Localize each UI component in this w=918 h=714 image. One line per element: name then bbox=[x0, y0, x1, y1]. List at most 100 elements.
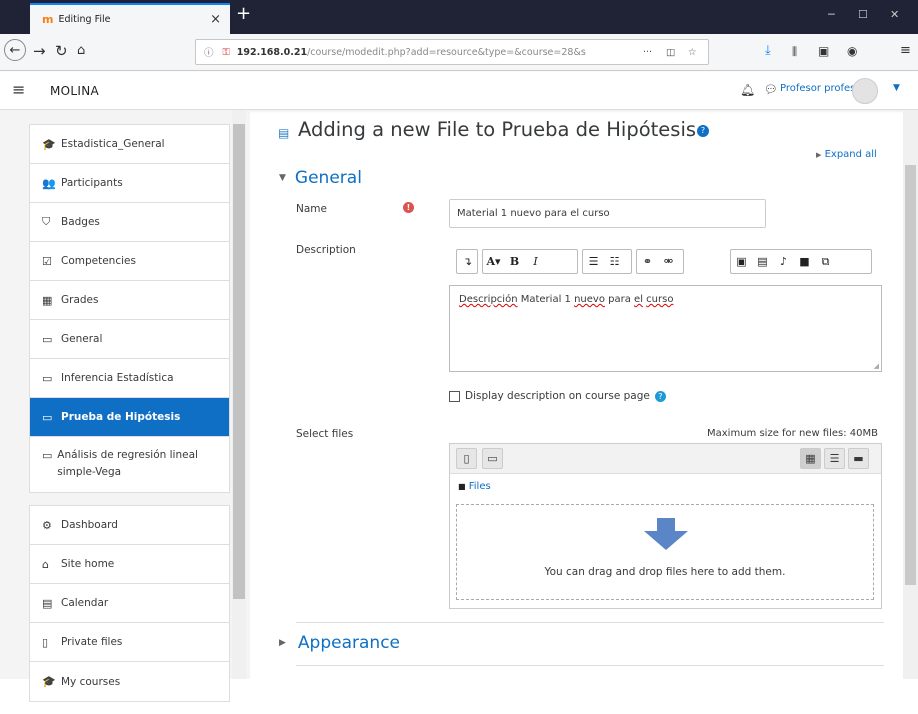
record-audio-icon[interactable]: ♪ bbox=[773, 250, 794, 273]
info-icon[interactable]: ⓘ bbox=[204, 45, 214, 59]
browser-tab[interactable]: m Editing File × bbox=[30, 3, 230, 34]
icon-view-icon[interactable]: ▦ bbox=[800, 448, 821, 469]
drop-zone-text: You can drag and drop files here to add … bbox=[544, 566, 786, 578]
messages-icon[interactable]: 💬︎ bbox=[764, 83, 778, 96]
unlink-icon[interactable]: ⚮ bbox=[658, 250, 679, 273]
shield-icon: ⛉ bbox=[42, 215, 51, 228]
tab-title: Editing File bbox=[58, 14, 111, 25]
section-general-label: General bbox=[294, 168, 362, 188]
sidebar-item-label: Inferencia Estadística bbox=[61, 372, 174, 384]
sidebar-item-label: Badges bbox=[61, 216, 100, 228]
pocket-icon[interactable]: ◫ bbox=[666, 47, 675, 58]
sidebar-item[interactable]: ▭ General bbox=[30, 320, 229, 359]
account-icon[interactable]: ◉ bbox=[847, 44, 857, 58]
url-path: /course/modedit.php?add=resource&type=&c… bbox=[307, 46, 586, 58]
sidebar-item[interactable]: ▭ Prueba de Hipótesis bbox=[30, 398, 229, 437]
toolbar-group-list: ☰ ☷ bbox=[582, 249, 632, 274]
calendar-icon: ▤ bbox=[42, 596, 53, 610]
description-editor[interactable]: Descripción Material 1 nuevo para el cur… bbox=[449, 285, 882, 372]
create-folder-icon[interactable]: ▭ bbox=[482, 448, 503, 469]
sidebar-item[interactable]: ☑ Competencies bbox=[30, 242, 229, 281]
sidebar-item[interactable]: 🎓 My courses bbox=[30, 662, 229, 701]
sidebar-item[interactable]: 👥 Participants bbox=[30, 164, 229, 203]
image-icon[interactable]: ▣ bbox=[731, 250, 752, 273]
section-appearance-header[interactable]: ▶ Appearance bbox=[279, 633, 400, 653]
bookmark-star-icon[interactable]: ☆ bbox=[688, 47, 697, 58]
sidebar-item-label: Estadistica_General bbox=[61, 138, 165, 150]
sidebar-item[interactable]: 🎓 Estadistica_General bbox=[30, 125, 229, 164]
page-title-text: Adding a new File to Prueba de Hipótesis bbox=[298, 118, 697, 141]
sidebar-item[interactable]: ▭ Inferencia Estadística bbox=[30, 359, 229, 398]
avatar[interactable] bbox=[852, 78, 878, 104]
checkbox-icon: ☑ bbox=[42, 254, 52, 268]
name-field[interactable] bbox=[449, 199, 766, 228]
folder-icon: ■ bbox=[458, 482, 466, 491]
user-menu-caret-icon[interactable]: ▼ bbox=[893, 83, 900, 93]
folder-icon: ▭ bbox=[42, 449, 53, 462]
moodle-favicon-icon: m bbox=[42, 13, 54, 26]
file-drop-zone[interactable]: You can drag and drop files here to add … bbox=[456, 504, 874, 600]
add-file-icon[interactable]: ▯ bbox=[456, 448, 477, 469]
sidebar-item[interactable]: ⌂ Site home bbox=[30, 545, 229, 584]
page-title: Adding a new File to Prueba de Hipótesis… bbox=[298, 118, 710, 141]
forward-icon[interactable]: → bbox=[33, 42, 46, 60]
files-breadcrumb[interactable]: ■ Files bbox=[458, 481, 491, 492]
page-scroll-thumb[interactable] bbox=[905, 165, 916, 585]
insecure-lock-icon: ⚿ bbox=[222, 46, 230, 58]
users-icon: 👥 bbox=[42, 176, 56, 190]
close-tab-icon[interactable]: × bbox=[210, 12, 221, 27]
new-tab-icon[interactable]: + bbox=[236, 3, 251, 24]
record-video-icon[interactable]: ■ bbox=[794, 250, 815, 273]
expand-all-link[interactable]: ▶ Expand all bbox=[816, 149, 877, 160]
sidebar-item-label: Grades bbox=[61, 294, 99, 306]
home-icon[interactable]: ⌂ bbox=[77, 43, 85, 58]
drawer-toggle-icon[interactable]: ≡ bbox=[12, 80, 25, 99]
display-description-checkbox[interactable] bbox=[449, 390, 460, 402]
sidebar-item[interactable]: ▯ Private files bbox=[30, 623, 229, 662]
show-more-buttons-icon[interactable]: ↴ bbox=[457, 250, 478, 273]
page-actions-icon[interactable]: ··· bbox=[643, 47, 652, 58]
section-divider bbox=[296, 622, 884, 623]
manage-files-icon[interactable]: ⧉ bbox=[815, 250, 836, 273]
sidebar-item-label: Private files bbox=[61, 636, 123, 648]
help-icon[interactable]: ? bbox=[654, 390, 666, 402]
downloads-icon[interactable]: ⤓ bbox=[765, 43, 771, 58]
tree-view-icon[interactable]: ▬ bbox=[848, 448, 869, 469]
hamburger-menu-icon[interactable]: ≡ bbox=[900, 43, 911, 58]
collapse-caret-icon: ▼ bbox=[279, 173, 286, 183]
description-word: el bbox=[634, 294, 643, 305]
sidebar-item[interactable]: ▦ Grades bbox=[30, 281, 229, 320]
nav-group: 🎓 Estadistica_General 👥 Participants ⛉ Badges… bbox=[29, 124, 230, 493]
back-icon[interactable]: ← bbox=[4, 39, 26, 61]
notification-bell-icon[interactable]: 🔔︎ bbox=[740, 83, 755, 97]
nav-drawer-scroll-thumb[interactable] bbox=[233, 124, 245, 599]
paragraph-styles-icon[interactable]: A▾ bbox=[483, 250, 504, 273]
minimize-icon[interactable]: ─ bbox=[828, 8, 835, 21]
toolbar-group-links: ⚭ ⚮ bbox=[636, 249, 684, 274]
moodle-navbar: ≡ MOLINA 🔔︎ 💬︎ Profesor profesor ▼ bbox=[0, 72, 918, 110]
unordered-list-icon[interactable]: ☰ bbox=[583, 250, 604, 273]
maximize-icon[interactable]: ☐ bbox=[858, 8, 868, 21]
display-description-checkbox-row[interactable]: Display description on course page ? bbox=[449, 390, 666, 402]
media-icon[interactable]: ▤ bbox=[752, 250, 773, 273]
sidebar-item[interactable]: ▭ Análisis de regresión lineal simple-Veg… bbox=[30, 437, 229, 492]
sidebar-item[interactable]: ▤ Calendar bbox=[30, 584, 229, 623]
bold-icon[interactable]: B bbox=[504, 250, 525, 273]
sidebar-item[interactable]: ⚙ Dashboard bbox=[30, 506, 229, 545]
sidebar-toggle-icon[interactable]: ▣ bbox=[818, 44, 829, 58]
folder-icon: ▭ bbox=[42, 410, 53, 424]
resize-handle-icon[interactable]: ◢ bbox=[874, 362, 879, 370]
site-name[interactable]: MOLINA bbox=[50, 84, 99, 98]
section-general-header[interactable]: ▼ General bbox=[279, 168, 362, 188]
ordered-list-icon[interactable]: ☷ bbox=[604, 250, 625, 273]
italic-icon[interactable]: I bbox=[525, 250, 546, 273]
list-view-icon[interactable]: ☰ bbox=[824, 448, 845, 469]
help-icon[interactable]: ? bbox=[697, 124, 710, 137]
reload-icon[interactable]: ↻ bbox=[55, 42, 68, 60]
close-window-icon[interactable]: ✕ bbox=[890, 8, 899, 21]
url-bar[interactable]: ⓘ ⚿ 192.168.0.21 /course/modedit.php?add… bbox=[195, 39, 709, 65]
library-icon[interactable]: ⫼ bbox=[792, 45, 797, 59]
toolbar-group-media: ▣ ▤ ♪ ■ ⧉ bbox=[730, 249, 872, 274]
link-icon[interactable]: ⚭ bbox=[637, 250, 658, 273]
sidebar-item[interactable]: ⛉ Badges bbox=[30, 203, 229, 242]
